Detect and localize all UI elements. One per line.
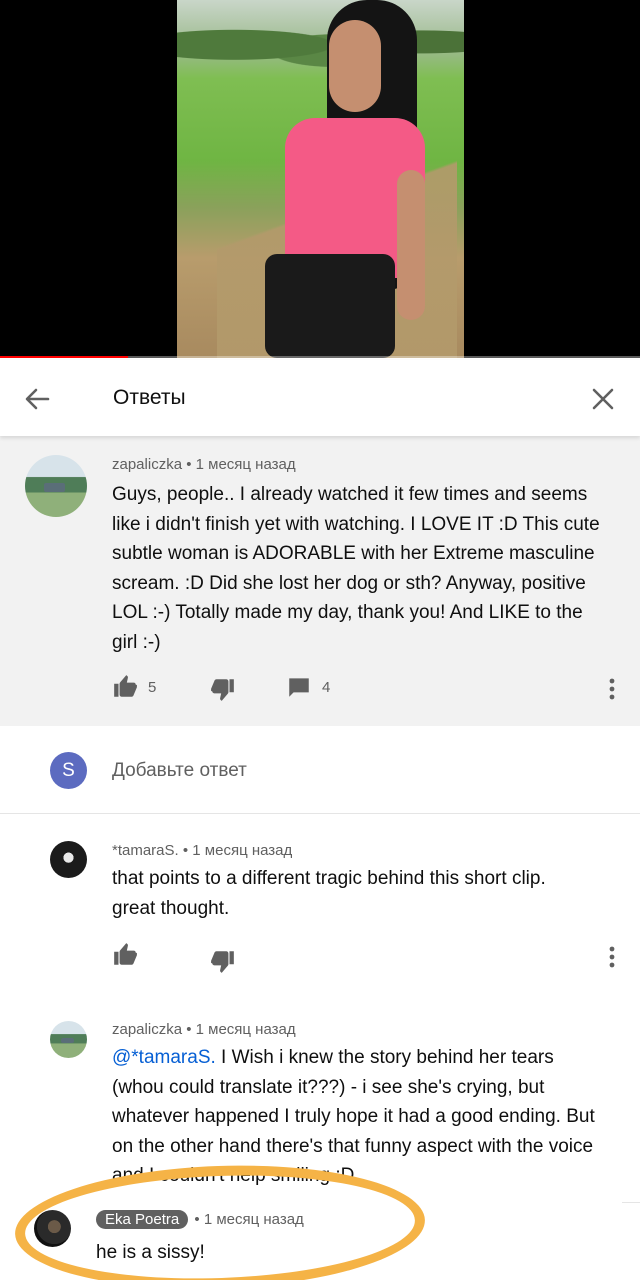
thumbs-up-icon <box>114 943 137 965</box>
back-arrow-icon[interactable] <box>22 384 52 414</box>
comment-text: Guys, people.. I already watched it few … <box>112 480 617 658</box>
comment-line: subtle woman is ADORABLE with her Extrem… <box>112 543 595 565</box>
more-vert-icon[interactable] <box>608 945 616 969</box>
close-icon[interactable] <box>588 384 618 414</box>
user-avatar: S <box>50 752 87 789</box>
comment-author-chip[interactable]: Eka Poetra <box>96 1210 189 1229</box>
comment-line: whatever happened I truly hope it had a … <box>112 1106 595 1128</box>
comment-line: @*tamaraS. I Wish i knew the story behin… <box>112 1047 554 1068</box>
mention-link[interactable]: @*tamaraS. <box>112 1047 216 1068</box>
comment-time: 1 месяц назад <box>195 1021 296 1038</box>
comment-text: that points to a different tragic behind… <box>112 864 622 923</box>
comment-time: 1 месяц назад <box>203 1211 304 1228</box>
reply-comment: Eka Poetra • 1 месяц назад he is a sissy… <box>0 1194 640 1280</box>
replies-header: Ответы <box>0 360 640 436</box>
video-person-face <box>329 20 381 112</box>
comment-icon <box>289 678 309 697</box>
comment-actions <box>112 940 632 973</box>
comment-actions: 5 4 <box>112 672 632 702</box>
comment-line: and I couldn't help smiling :D <box>112 1165 355 1187</box>
dislike-button[interactable] <box>210 946 236 976</box>
reply-count-button[interactable]: 4 <box>286 672 330 702</box>
video-frame <box>177 0 464 358</box>
video-trees <box>177 10 464 68</box>
comment-line: (whou could translate it???) - i see she… <box>112 1076 545 1098</box>
thumbs-down-icon <box>211 951 234 973</box>
comment-meta: zapaliczka • 1 месяц назад <box>112 456 296 473</box>
comment-line: like i didn't finish yet with watching. … <box>112 513 600 535</box>
comment-meta: zapaliczka • 1 месяц назад <box>112 1021 296 1038</box>
comment-line: scream. :D Did she lost her dog or sth? … <box>112 572 586 594</box>
comment-line: that points to a different tragic behind… <box>112 868 546 889</box>
divider <box>622 1202 640 1203</box>
header-title: Ответы <box>113 386 186 409</box>
video-player[interactable] <box>0 0 640 358</box>
comment-author[interactable]: zapaliczka <box>112 456 182 473</box>
add-reply-input[interactable]: Добавьте ответ <box>112 760 247 782</box>
comment-text: @*tamaraS. I Wish i knew the story behin… <box>112 1043 622 1191</box>
avatar[interactable] <box>50 1021 87 1058</box>
comment-author[interactable]: zapaliczka <box>112 1021 182 1038</box>
comment-line: LOL :-) Totally made my day, thank you! … <box>112 602 583 624</box>
comment-time: 1 месяц назад <box>192 842 293 859</box>
video-person-skirt <box>265 254 395 358</box>
like-button[interactable]: 5 <box>112 672 156 702</box>
thumbs-down-icon <box>211 679 234 701</box>
comment-meta: *tamaraS. • 1 месяц назад <box>112 842 293 859</box>
comment-text: he is a sissy! <box>96 1242 205 1263</box>
comment-line: Guys, people.. I already watched it few … <box>112 484 588 505</box>
thumbs-up-icon <box>114 675 137 697</box>
avatar[interactable] <box>34 1210 71 1247</box>
video-progress-fill <box>0 356 128 358</box>
comment-line: great thought. <box>112 897 230 919</box>
dislike-button[interactable] <box>210 674 236 704</box>
more-vert-icon[interactable] <box>608 677 616 701</box>
comment-meta: Eka Poetra • 1 месяц назад <box>96 1210 304 1229</box>
reply-comment: zapaliczka • 1 месяц назад @*tamaraS. I … <box>0 994 640 1194</box>
comment-line: girl :-) <box>112 631 161 653</box>
avatar[interactable] <box>25 455 87 517</box>
comment-author[interactable]: *tamaraS. <box>112 842 179 859</box>
reply-count: 4 <box>322 678 331 696</box>
video-person-arm <box>397 170 425 320</box>
comment-line: on the other hand there's that funny asp… <box>112 1135 594 1157</box>
comment-time: 1 месяц назад <box>195 456 296 473</box>
like-button[interactable] <box>112 940 138 970</box>
reply-comment: *tamaraS. • 1 месяц назад that points to… <box>0 814 640 994</box>
like-count: 5 <box>148 678 157 696</box>
parent-comment: zapaliczka • 1 месяц назад Guys, people.… <box>0 436 640 726</box>
avatar[interactable] <box>50 841 87 878</box>
add-reply-box[interactable]: S Добавьте ответ <box>0 726 640 814</box>
